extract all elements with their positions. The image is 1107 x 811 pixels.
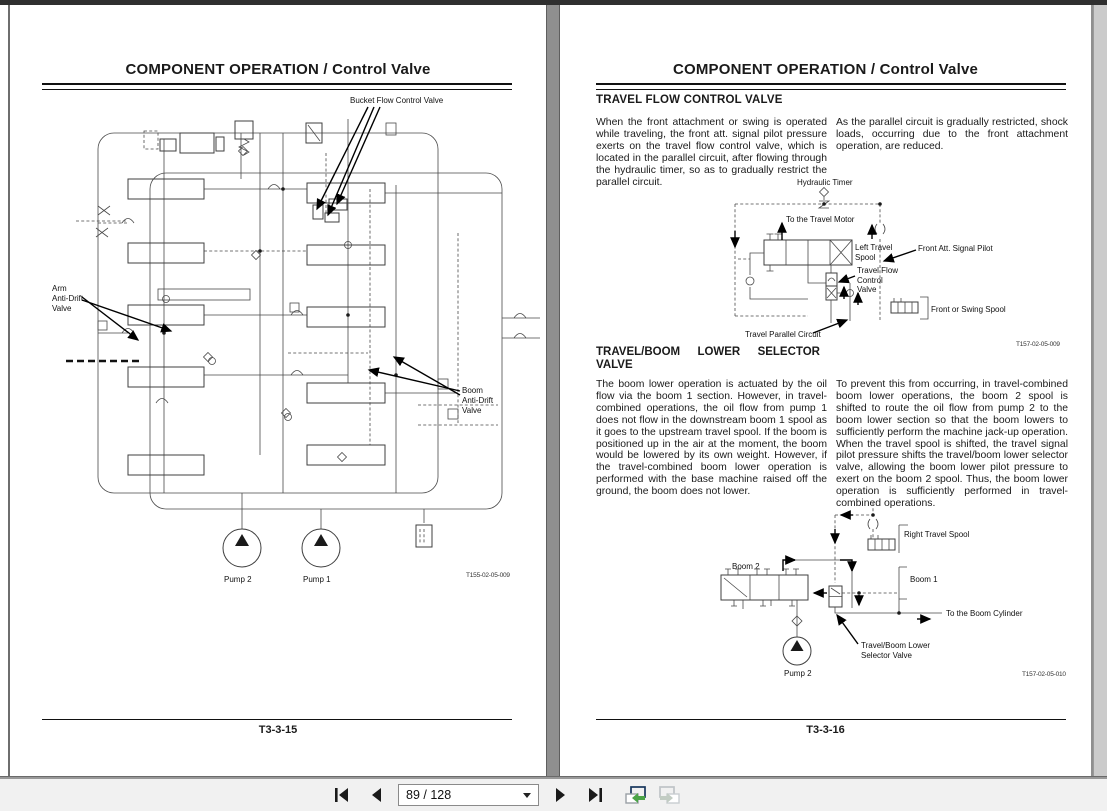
page-number: T3-3-16 [806,724,845,736]
to-boom-cylinder-label: To the Boom Cylinder [946,609,1023,618]
front-or-swing-spool-label: Front or Swing Spool [931,305,1006,314]
manual-page-right: COMPONENT OPERATION / Control Valve TRAV… [560,5,1091,776]
previous-view-button[interactable] [622,783,648,807]
pump2-symbol [222,493,262,568]
page-title: COMPONENT OPERATION / Control Valve [125,61,431,78]
previous-view-icon [625,786,646,804]
page-number: T3-3-15 [258,724,298,736]
section2-heading-line1: TRAVEL/BOOM LOWER SELECTOR [596,346,820,358]
section2-column2-para2: When the travel spool is shifted, the tr… [836,438,1068,510]
section2-column2: To prevent this from occurring, in trave… [836,379,1068,510]
next-page-icon [556,788,565,802]
next-page-button[interactable] [548,783,574,807]
figure-id: T155-02-05-009 [466,572,510,579]
manual-page-left: COMPONENT OPERATION / Control Valve Buck… [10,5,546,776]
previous-page-icon [372,788,381,802]
pump2-label: Pump 2 [784,669,812,678]
pump2-symbol [742,600,812,666]
travel-flow-valve-label-3: Valve [857,285,877,294]
last-page-button[interactable] [583,783,609,807]
title-rule [42,83,512,90]
section1-heading: TRAVEL FLOW CONTROL VALVE [596,94,783,106]
travel-flow-control-valve-diagram: Hydraulic Timer To the Travel Motor Left… [730,178,1006,339]
heading-word: TRAVEL/BOOM [596,346,681,358]
pump1-symbol [301,509,341,568]
boom-anti-drift-label-3: Valve [462,406,482,415]
hydraulic-timer-label: Hydraulic Timer [797,178,853,187]
boom1-bracket [898,566,907,613]
front-att-signal-pilot-label: Front Att. Signal Pilot [918,244,993,253]
next-view-button[interactable] [657,783,683,807]
section2-column2-para1: To prevent this from occurring, in trave… [836,379,1068,438]
front-or-swing-spool-symbol [890,296,929,320]
travel-parallel-circuit-label: Travel Parallel Circuit [745,330,822,339]
page-number-combobox[interactable]: 89 / 128 [398,784,539,806]
heading-word: SELECTOR [757,346,820,358]
right-spool-blocks [306,182,386,466]
travel-flow-control-valve-symbol [825,265,854,323]
left-spool-blocks [127,178,205,476]
title-rule [596,83,1066,90]
figure-id-1: T157-02-05-009 [1016,341,1060,348]
section2-heading-line2: VALVE [596,359,633,371]
pump2-label: Pump 2 [224,575,252,584]
page-title: COMPONENT OPERATION / Control Valve [672,61,979,78]
next-view-icon [659,786,680,804]
arm-anti-drift-label-3: Valve [52,304,72,313]
hydraulic-circuit-diagram: Bucket Flow Control Valve Arm Anti-Drift… [52,96,540,584]
pump1-label: Pump 1 [303,575,331,584]
travel-boom-lower-selector-diagram: Right Travel Spool Boom 2 Boom 1 To the … [720,503,1023,678]
boom-anti-drift-label-2: Anti-Drift [462,396,494,405]
travel-flow-valve-label-1: Travel Flow [857,266,898,275]
footer-rule [42,719,512,720]
pilot-valve-cluster [143,120,323,156]
boom-anti-drift-label-1: Boom [462,386,483,395]
arm-anti-drift-label-1: Arm [52,284,67,293]
right-travel-spool-label: Right Travel Spool [904,530,970,539]
previous-page-button[interactable] [363,783,389,807]
selector-valve-symbol [828,585,843,608]
selector-valve-label-2: Selector Valve [861,651,913,660]
section2-column1: The boom lower operation is actuated by … [596,379,827,498]
right-travel-spool-symbol [867,524,908,553]
vertical-scrollbar[interactable] [1093,5,1107,776]
boom2-label: Boom 2 [732,562,760,571]
section1-column2: As the parallel circuit is gradually res… [836,117,1068,152]
boom2-spool-symbol [720,568,809,607]
viewer-toolbar: 89 / 128 [0,779,1107,811]
travel-flow-valve-label-2: Control [857,276,883,285]
page-number-value[interactable]: 89 / 128 [399,788,523,802]
to-travel-motor-label: To the Travel Motor [786,215,855,224]
first-page-icon [335,788,348,802]
boom1-label: Boom 1 [910,575,938,584]
first-page-button[interactable] [328,783,354,807]
left-travel-spool-label-2: Spool [855,253,876,262]
last-page-icon [589,788,602,802]
heading-word: LOWER [697,346,741,358]
left-travel-spool-label-1: Left Travel [855,243,893,252]
footer-rule [596,719,1066,720]
bucket-flow-valve-label: Bucket Flow Control Valve [350,96,444,105]
dropdown-caret-icon[interactable] [523,792,531,798]
selector-valve-label-1: Travel/Boom Lower [861,641,930,650]
arm-anti-drift-label-2: Anti-Drift [52,294,84,303]
figure-id-2: T157-02-05-010 [1022,671,1066,678]
page-gap [546,5,560,776]
